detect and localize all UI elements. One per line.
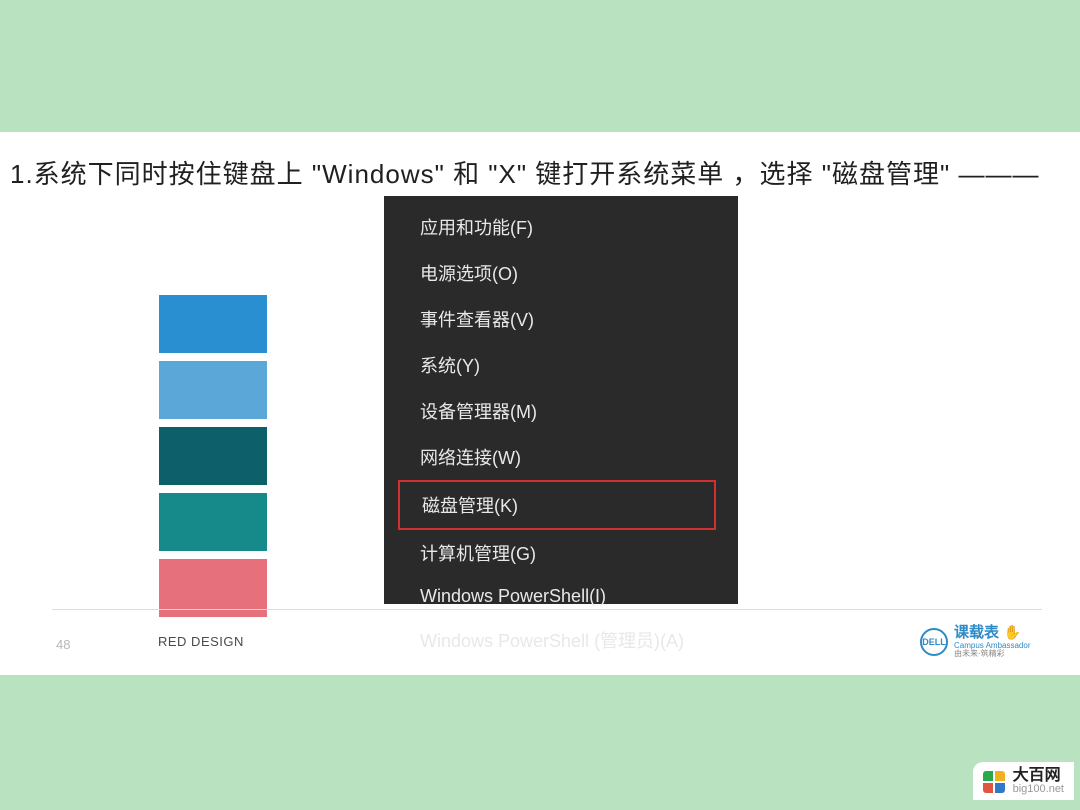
menu-item-network-connections[interactable]: 网络连接(W) [384,434,738,480]
watermark-url: big100.net [1013,784,1064,796]
menu-item-system[interactable]: 系统(Y) [384,342,738,388]
menu-item-disk-management[interactable]: 磁盘管理(K) [398,480,716,530]
watermark: 大百网 big100.net [973,762,1074,800]
swatch-4 [159,493,267,551]
menu-item-powershell-admin[interactable]: Windows PowerShell (管理员)(A) [384,617,738,663]
design-label: RED DESIGN [158,634,244,649]
dell-subtitle-2: 由未来·筑精彩 [954,650,1030,659]
dell-circle-icon: DELL [920,628,948,656]
footer-divider [52,609,1042,610]
menu-item-device-manager[interactable]: 设备管理器(M) [384,388,738,434]
menu-item-computer-management[interactable]: 计算机管理(G) [384,530,738,576]
windows-x-menu: 应用和功能(F) 电源选项(O) 事件查看器(V) 系统(Y) 设备管理器(M)… [384,196,738,604]
instruction-text: 1.系统下同时按住键盘上 "Windows" 和 "X" 键打开系统菜单 ，选择… [10,154,1039,191]
menu-item-event-viewer[interactable]: 事件查看器(V) [384,296,738,342]
big100-logo-icon [983,771,1005,793]
watermark-name: 大百网 [1013,768,1064,785]
menu-item-powershell[interactable]: Windows PowerShell(I) [384,576,738,617]
swatch-3 [159,427,267,485]
hand-icon: ✋ [1003,624,1020,640]
slide-content: 1.系统下同时按住键盘上 "Windows" 和 "X" 键打开系统菜单 ，选择… [0,132,1080,675]
color-swatches [159,295,267,617]
dell-title: 课载表 [954,624,999,641]
dell-logo: DELL 课载表 ✋ Campus Ambassador 由未来·筑精彩 [920,624,1030,659]
swatch-2 [159,361,267,419]
menu-item-apps-features[interactable]: 应用和功能(F) [384,204,738,250]
swatch-1 [159,295,267,353]
menu-item-power-options[interactable]: 电源选项(O) [384,250,738,296]
page-number: 48 [56,637,70,652]
